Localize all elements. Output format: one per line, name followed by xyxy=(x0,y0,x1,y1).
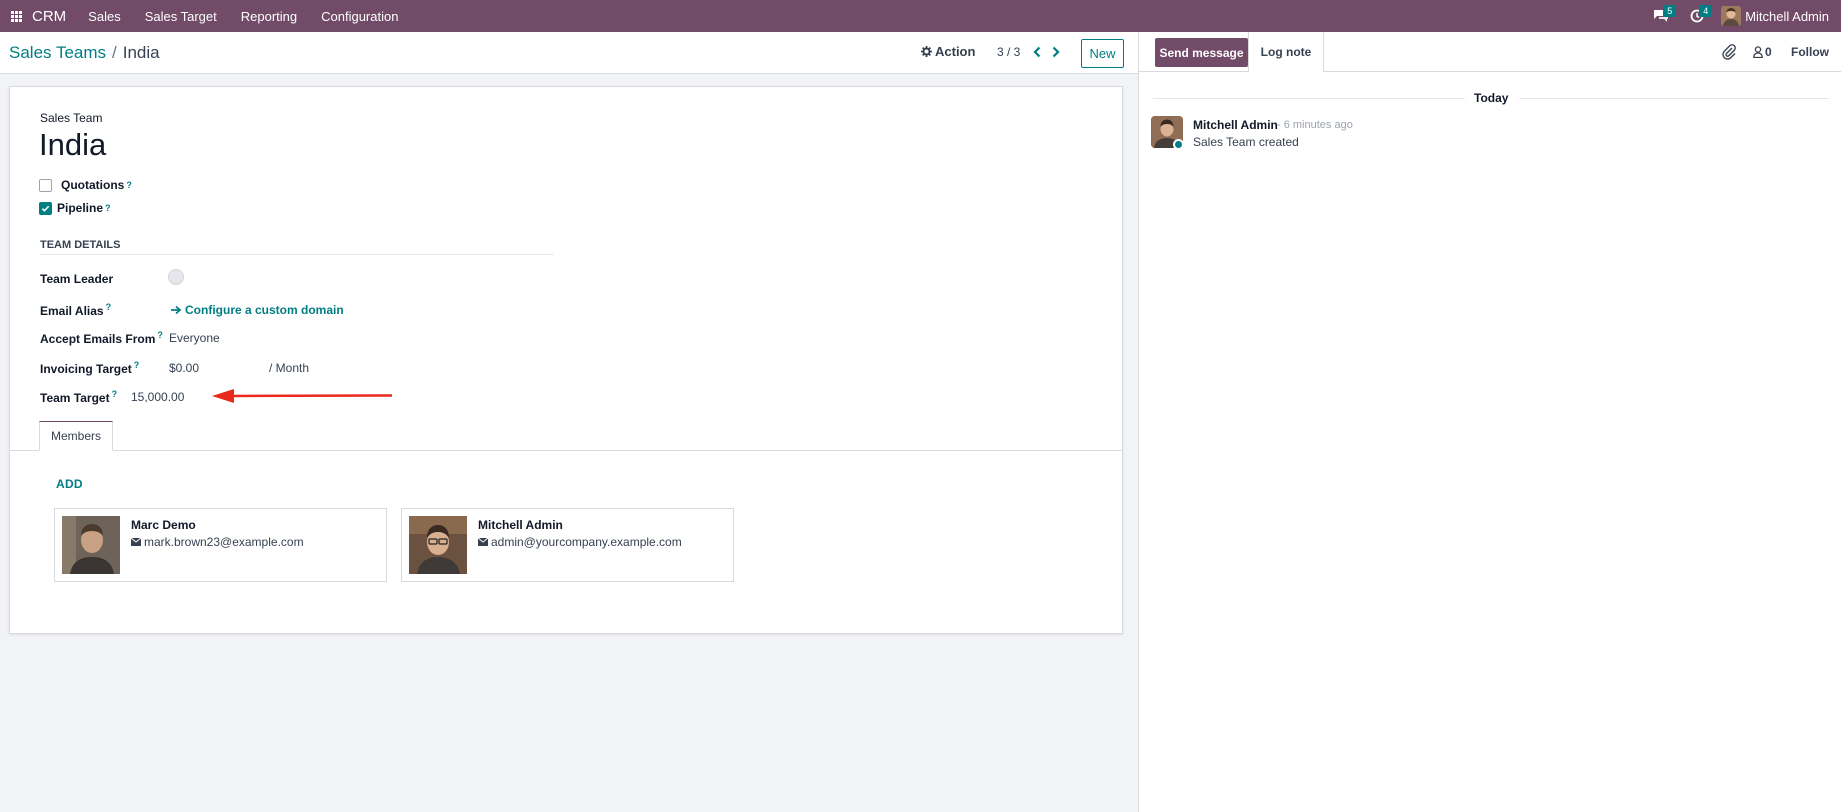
online-status-icon xyxy=(1173,139,1184,150)
pager-next-button[interactable] xyxy=(1047,41,1065,63)
action-button[interactable]: Action xyxy=(921,44,975,59)
invoicing-target-period: / Month xyxy=(269,361,310,375)
attachments-button[interactable] xyxy=(1721,43,1737,61)
action-label: Action xyxy=(935,44,976,59)
breadcrumb-separator: / xyxy=(112,43,117,62)
activities-count-badge: 4 xyxy=(1699,5,1713,17)
date-separator-label: Today xyxy=(1474,91,1509,105)
invoicing-target-label-wrap: Invoicing Target? xyxy=(40,360,139,376)
tab-members[interactable]: Members xyxy=(39,421,114,451)
quotations-option: Quotations? xyxy=(39,178,132,192)
accept-emails-label: Accept Emails From xyxy=(40,332,156,346)
app-brand[interactable]: CRM xyxy=(32,8,66,25)
pager-value[interactable]: 3 / 3 xyxy=(997,45,1020,59)
email-alias-help-icon[interactable]: ? xyxy=(106,302,112,312)
send-message-button[interactable]: Send message xyxy=(1155,38,1248,67)
user-menu[interactable]: Mitchell Admin xyxy=(1715,6,1841,26)
message-body: Sales Team created xyxy=(1193,135,1299,149)
envelope-icon xyxy=(478,538,488,546)
member-photo xyxy=(62,516,120,574)
member-email-row: mark.brown23@example.com xyxy=(131,535,304,549)
new-button[interactable]: New xyxy=(1081,39,1124,68)
menu-reporting[interactable]: Reporting xyxy=(241,9,297,24)
messages-count-badge: 5 xyxy=(1663,5,1677,17)
team-name-field[interactable]: India xyxy=(39,127,106,163)
gear-icon xyxy=(921,46,932,57)
apps-menu-icon[interactable] xyxy=(0,0,32,32)
top-navbar: CRM Sales Sales Target Reporting Configu… xyxy=(0,0,1841,32)
member-email: mark.brown23@example.com xyxy=(144,535,304,549)
paperclip-icon xyxy=(1722,44,1736,60)
annotation-arrow xyxy=(212,389,393,403)
log-note-button[interactable]: Log note xyxy=(1248,32,1324,72)
arrow-right-icon xyxy=(171,305,182,315)
member-name: Marc Demo xyxy=(131,518,196,532)
breadcrumb-sales-teams[interactable]: Sales Teams xyxy=(9,43,106,62)
menu-configuration[interactable]: Configuration xyxy=(321,9,398,24)
envelope-icon xyxy=(131,538,141,546)
team-leader-avatar[interactable] xyxy=(168,269,184,285)
quotations-help-icon[interactable]: ? xyxy=(126,180,132,190)
member-photo xyxy=(409,516,467,574)
invoicing-target-input[interactable]: $0.00 xyxy=(169,361,199,375)
accept-emails-label-wrap: Accept Emails From? xyxy=(40,330,163,346)
pipeline-label: Pipeline xyxy=(57,201,104,215)
form-sheet: Sales Team India Quotations? Pipeline? T… xyxy=(9,86,1123,634)
configure-domain-link[interactable]: Configure a custom domain xyxy=(171,303,344,317)
breadcrumb-current: India xyxy=(122,43,160,62)
team-target-label-wrap: Team Target? xyxy=(40,389,117,405)
invoicing-target-label: Invoicing Target xyxy=(40,362,132,376)
email-alias-label-wrap: Email Alias? xyxy=(40,302,111,318)
email-alias-label: Email Alias xyxy=(40,304,104,318)
team-target-label: Team Target xyxy=(40,391,110,405)
activities-button[interactable]: 4 xyxy=(1679,0,1715,32)
date-separator: Today xyxy=(1139,91,1841,105)
user-name: Mitchell Admin xyxy=(1745,8,1829,24)
accept-emails-select[interactable]: Everyone xyxy=(169,331,220,345)
message-author[interactable]: Mitchell Admin xyxy=(1193,118,1278,132)
user-avatar xyxy=(1721,6,1742,26)
member-name: Mitchell Admin xyxy=(478,518,563,532)
team-target-input[interactable]: 15,000.00 xyxy=(131,390,184,404)
pipeline-help-icon[interactable]: ? xyxy=(105,203,111,213)
member-email: admin@yourcompany.example.com xyxy=(491,535,682,549)
pipeline-checkbox[interactable] xyxy=(39,201,52,215)
accept-emails-help-icon[interactable]: ? xyxy=(157,330,163,340)
team-leader-label: Team Leader xyxy=(40,272,114,286)
add-member-button[interactable]: ADD xyxy=(56,477,83,491)
member-card-mitchell-admin[interactable]: Mitchell Admin admin@yourcompany.example… xyxy=(401,508,734,582)
followers-button[interactable]: 0 xyxy=(1753,45,1772,59)
chevron-right-icon xyxy=(1052,46,1060,58)
chatter-panel: Send message Log note 0 Follow Today Mit… xyxy=(1138,32,1841,812)
pipeline-option: Pipeline? xyxy=(39,201,111,215)
breadcrumb: Sales Teams / India xyxy=(9,43,160,63)
title-field-label: Sales Team xyxy=(40,111,103,125)
messages-button[interactable]: 5 xyxy=(1643,0,1679,32)
user-icon xyxy=(1753,46,1763,58)
team-target-help-icon[interactable]: ? xyxy=(112,389,118,399)
checkmark-icon xyxy=(41,205,50,212)
team-details-heading: TEAM DETAILS xyxy=(40,239,554,255)
message-time: - 6 minutes ago xyxy=(1277,119,1353,131)
control-panel: Sales Teams / India Action 3 / 3 New xyxy=(0,32,1138,74)
menu-sales-target[interactable]: Sales Target xyxy=(145,9,217,24)
quotations-label: Quotations xyxy=(61,178,125,192)
invoicing-target-help-icon[interactable]: ? xyxy=(134,360,140,370)
chatter-topbar: Send message Log note 0 Follow xyxy=(1139,32,1841,72)
member-email-row: admin@yourcompany.example.com xyxy=(478,535,682,549)
followers-count: 0 xyxy=(1765,45,1772,59)
follow-button[interactable]: Follow xyxy=(1791,45,1829,59)
pager-previous-button[interactable] xyxy=(1028,41,1046,63)
member-card-marc-demo[interactable]: Marc Demo mark.brown23@example.com xyxy=(54,508,387,582)
quotations-checkbox[interactable] xyxy=(39,178,52,192)
tabs-divider xyxy=(10,450,1122,451)
configure-domain-label: Configure a custom domain xyxy=(185,303,344,317)
menu-sales[interactable]: Sales xyxy=(88,9,121,24)
chevron-left-icon xyxy=(1033,46,1041,58)
